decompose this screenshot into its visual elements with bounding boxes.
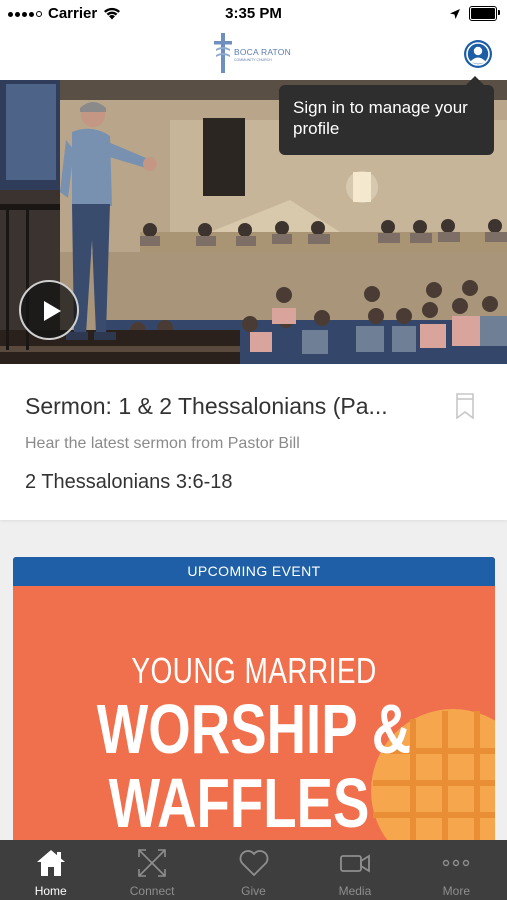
- tab-give-label: Give: [241, 884, 266, 898]
- sermon-subtitle: Hear the latest sermon from Pastor Bill: [25, 435, 300, 452]
- status-right: [449, 6, 500, 21]
- app-screen: Carrier 3:35 PM BOCA RATON COMMUNITY CHU…: [0, 0, 507, 900]
- status-time: 3:35 PM: [225, 5, 282, 22]
- video-icon: [340, 854, 370, 873]
- tab-bar: Home Connect Give Media More: [0, 840, 507, 900]
- heart-icon: [239, 850, 268, 877]
- play-button[interactable]: [19, 280, 79, 340]
- nav-header: BOCA RATON COMMUNITY CHURCH: [0, 28, 507, 80]
- play-icon: [44, 301, 61, 321]
- home-icon: [36, 850, 65, 876]
- logo-title: BOCA RATON: [234, 47, 291, 57]
- tab-media-label: Media: [338, 884, 372, 898]
- connect-icon: [138, 849, 166, 877]
- sermon-title: Sermon: 1 & 2 Thessalonians (Pa...: [25, 393, 388, 419]
- tab-media[interactable]: Media: [304, 840, 405, 900]
- event-banner: UPCOMING EVENT: [13, 557, 495, 586]
- tab-give[interactable]: Give: [203, 840, 304, 900]
- status-bar: Carrier 3:35 PM: [0, 0, 507, 28]
- bookmark-icon[interactable]: [455, 393, 475, 419]
- event-card[interactable]: UPCOMING EVENT YOUNG MARRIED WORSHIP & W…: [13, 557, 495, 847]
- sign-in-tooltip[interactable]: Sign in to manage your profile: [279, 76, 494, 155]
- sermon-card[interactable]: Sermon: 1 & 2 Thessalonians (Pa... Hear …: [0, 364, 507, 520]
- tab-connect-label: Connect: [129, 884, 175, 898]
- tab-more-label: More: [442, 884, 470, 898]
- event-eyebrow: YOUNG MARRIED: [131, 650, 377, 691]
- location-icon: [450, 8, 460, 19]
- battery-icon: [469, 6, 500, 21]
- tab-connect[interactable]: Connect: [101, 840, 202, 900]
- event-headline-line1: WORSHIP &: [96, 690, 412, 768]
- tab-home[interactable]: Home: [0, 840, 101, 900]
- event-headline-line2: WAFFLES: [108, 764, 370, 842]
- tab-more[interactable]: More: [406, 840, 507, 900]
- tab-home-label: Home: [34, 884, 67, 898]
- church-logo[interactable]: BOCA RATON COMMUNITY CHURCH: [212, 31, 302, 75]
- cross-logo-icon: [214, 33, 232, 73]
- user-icon: [466, 42, 490, 66]
- sermon-passage: 2 Thessalonians 3:6-18: [25, 471, 233, 493]
- logo-subtitle: COMMUNITY CHURCH: [234, 58, 272, 62]
- profile-button[interactable]: [464, 40, 492, 68]
- more-icon: [443, 859, 470, 867]
